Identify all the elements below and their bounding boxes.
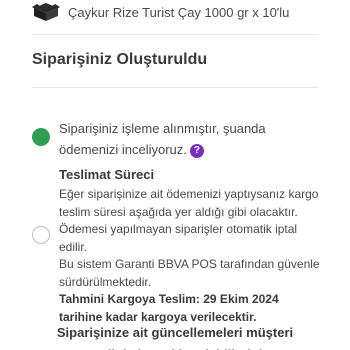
product-name: Çaykur Rize Turist Çay 1000 gr x 10'lu [68,4,290,20]
shipping-title: Teslimat Süreci [59,167,155,182]
tea-box-icon [32,2,60,22]
followup-text: Siparişinize ait güncellemeleri müşteri … [56,325,294,350]
shipping-desc-1: Eğer siparişinize ait ödemenizi yaptıysa… [59,187,319,219]
step-status-pending-dot [32,226,50,244]
step-active-text: Siparişiniz işleme alınmıştır, şuanda öd… [59,121,266,157]
divider [32,34,318,35]
shipping-estimate: Tahmini Kargoya Teslim: 29 Ekim 2024 tar… [59,292,279,324]
shipping-info: Teslimat Süreci Eğer siparişinize ait öd… [59,166,321,326]
step-active-text-wrapper: Siparişiniz işleme alınmıştır, şuanda öd… [59,118,319,160]
page-title: Siparişiniz Oluşturuldu [32,51,208,68]
product-row: Çaykur Rize Turist Çay 1000 gr x 10'lu [32,0,289,24]
step-status-active-dot [32,128,50,146]
order-confirmation-page: Çaykur Rize Turist Çay 1000 gr x 10'lu S… [0,0,350,350]
question-icon[interactable]: ? [189,143,204,158]
shipping-desc-2: Ödemesi yapılmayan siparişler otomatik i… [59,222,298,254]
shipping-desc-3: Bu sistem Garanti BBVA POS tarafından gü… [59,257,320,289]
divider [32,87,318,88]
